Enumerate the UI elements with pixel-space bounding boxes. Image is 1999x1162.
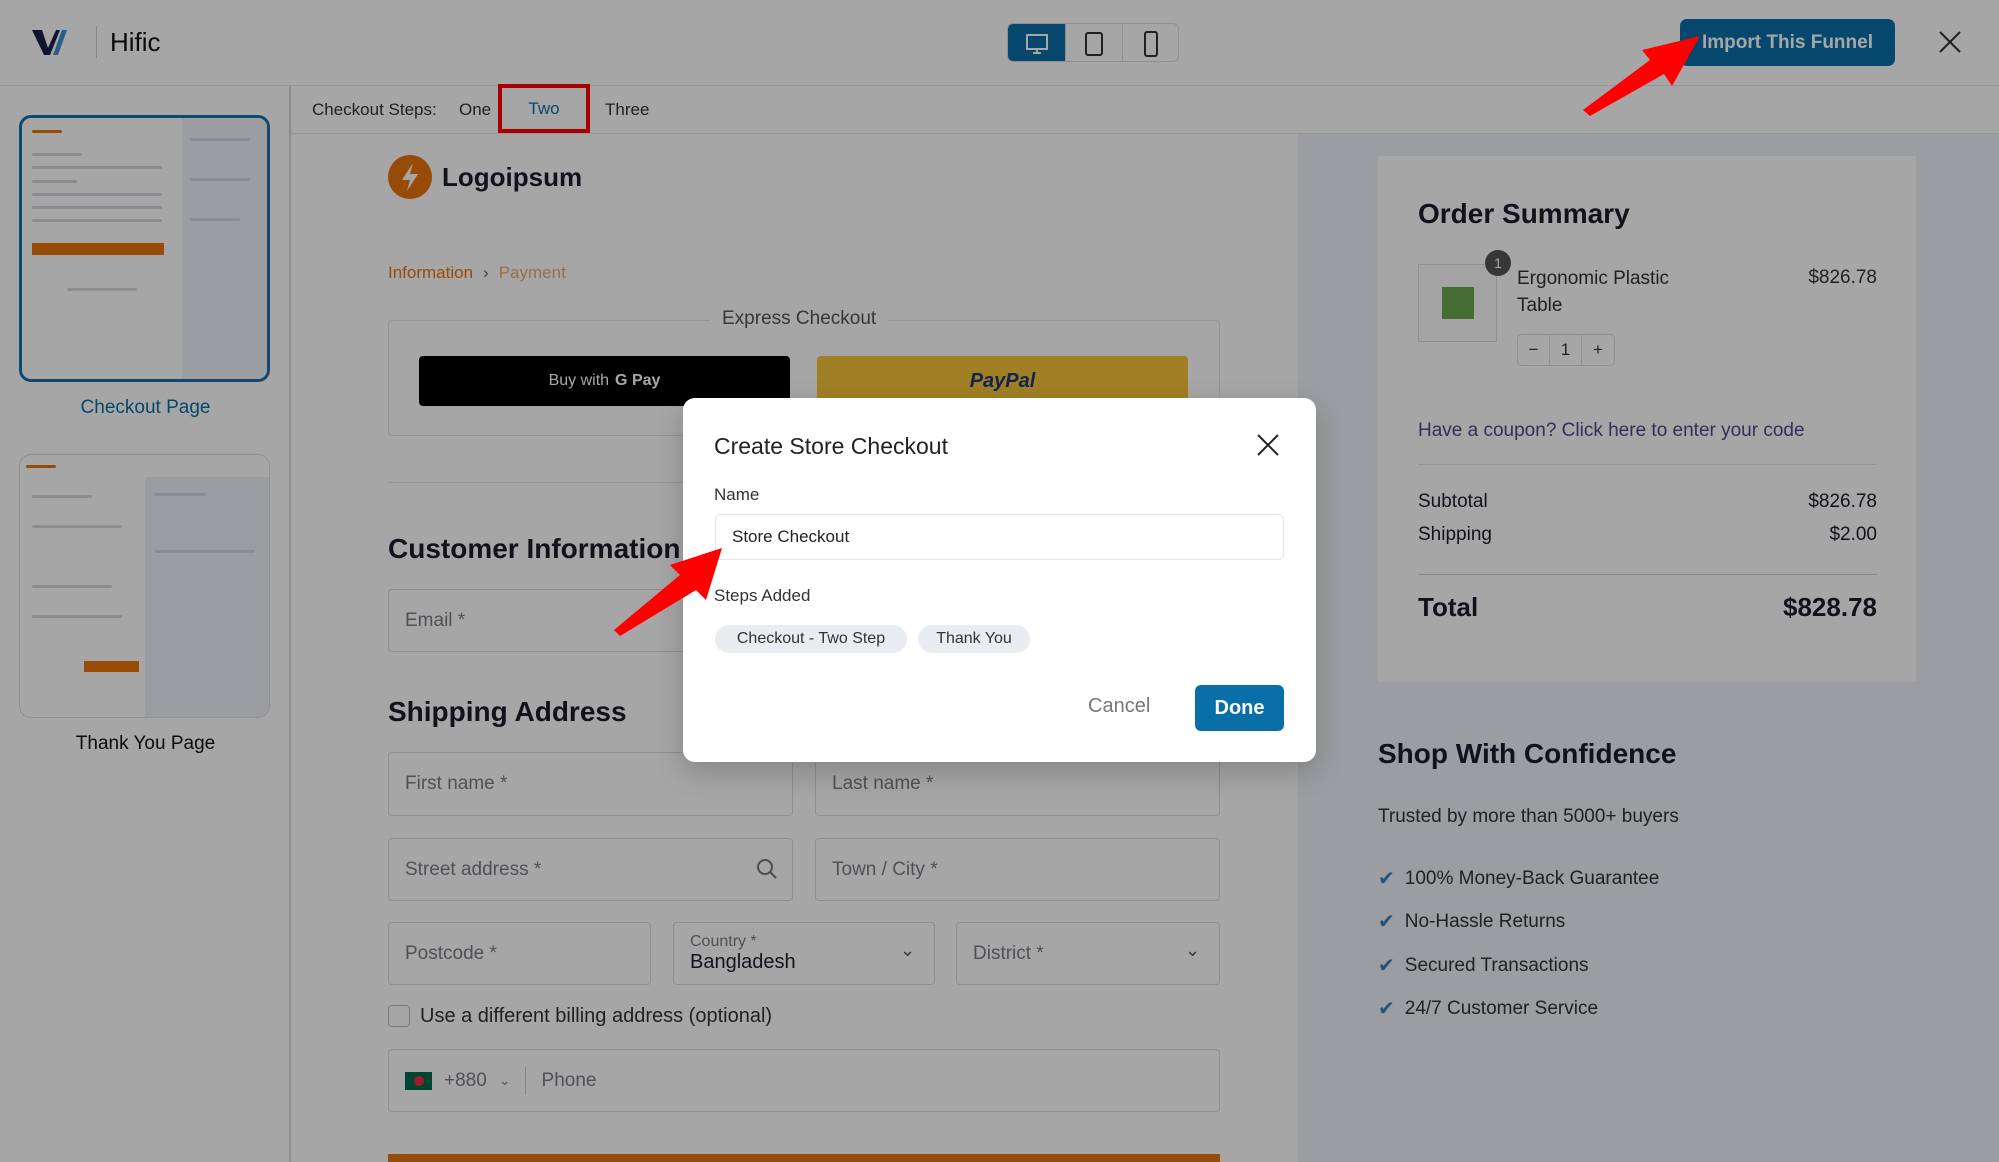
name-input[interactable]	[715, 514, 1284, 560]
step-chip: Thank You	[918, 625, 1030, 653]
cancel-button[interactable]: Cancel	[1088, 695, 1150, 718]
name-label: Name	[714, 485, 760, 504]
modal-title: Create Store Checkout	[714, 433, 948, 459]
done-button[interactable]: Done	[1195, 685, 1284, 731]
steps-added-label: Steps Added	[714, 586, 811, 605]
create-store-checkout-modal: Create Store Checkout Name Steps Added C…	[683, 398, 1316, 762]
close-icon[interactable]	[1256, 433, 1280, 457]
step-chip: Checkout - Two Step	[715, 625, 907, 653]
